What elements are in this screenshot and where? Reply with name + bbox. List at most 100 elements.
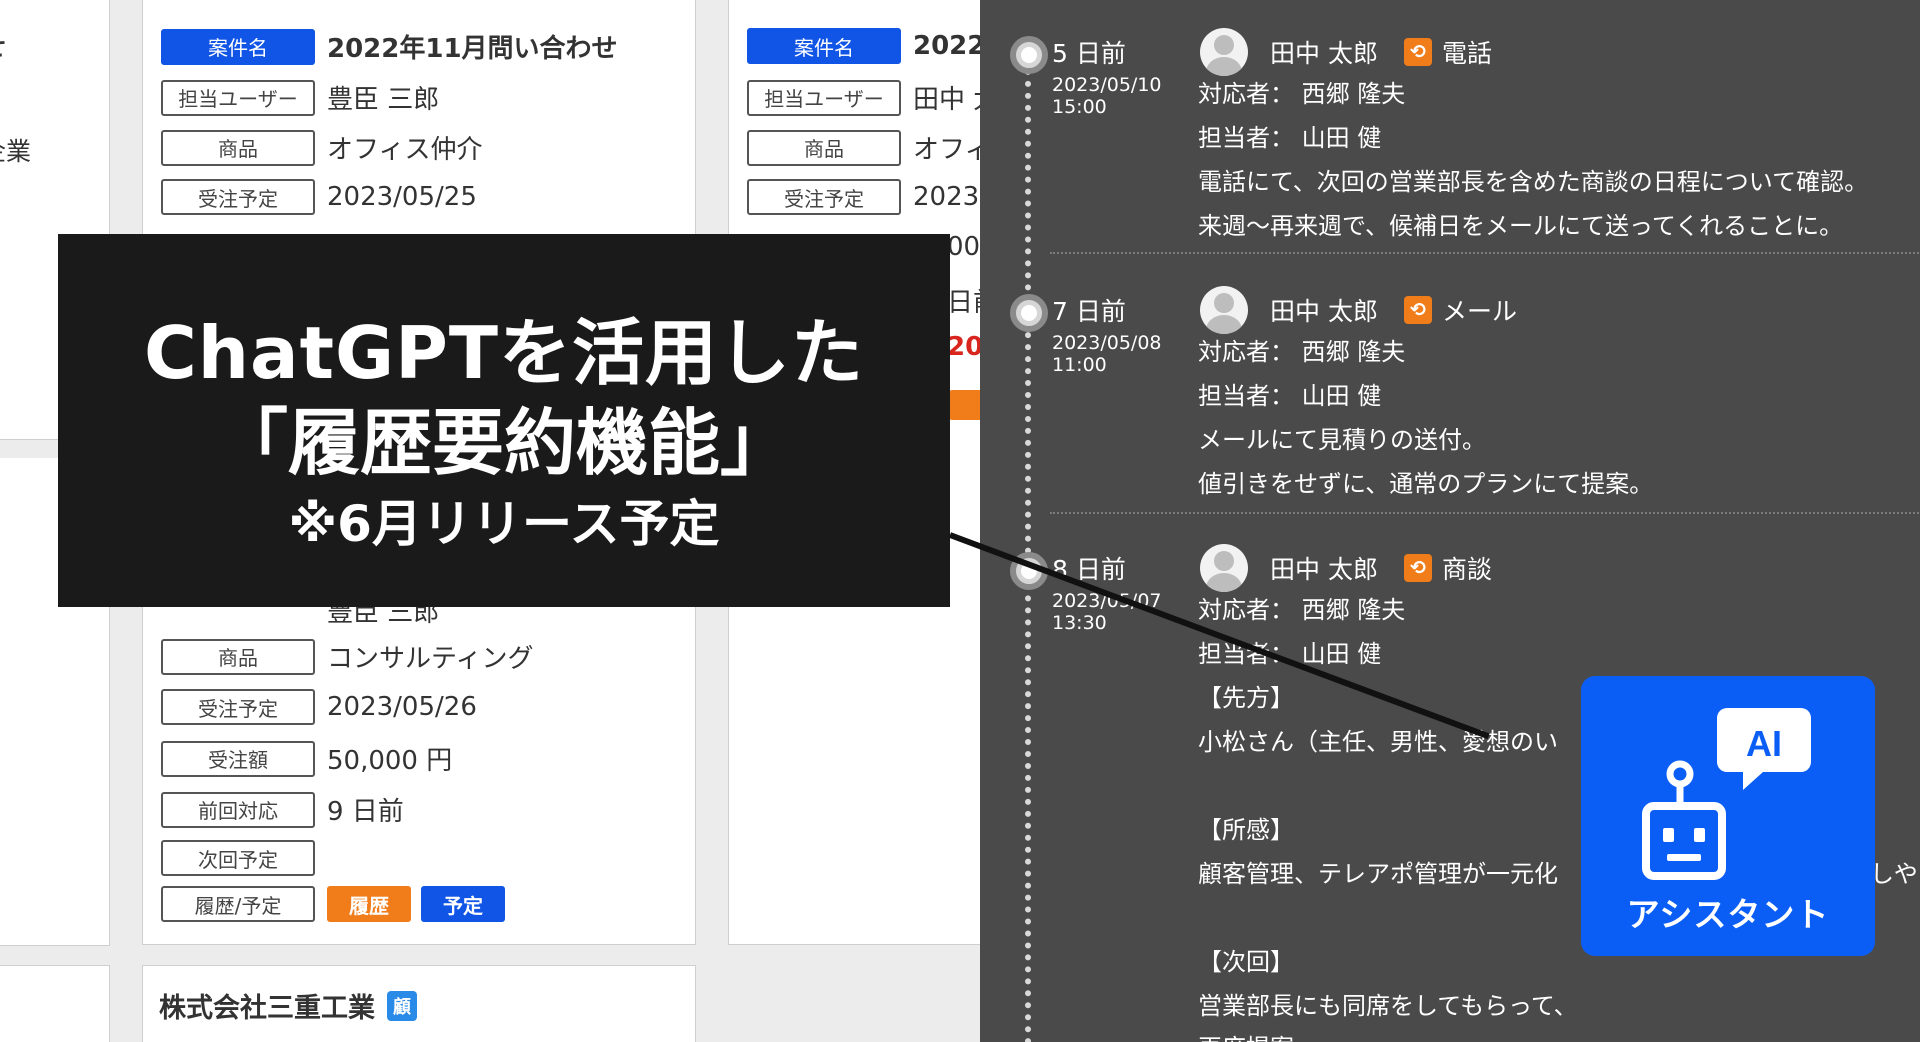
assignee-value: 豊臣 三郎 xyxy=(327,85,440,115)
field-row-assignee: 担当ユーザー 豊臣 三郎 xyxy=(161,79,439,116)
customer-badge: 顧 xyxy=(387,990,417,1021)
field-label: 受注予定 xyxy=(161,179,315,215)
timeline-divider xyxy=(1050,512,1920,514)
field-row-order-date: 受注予定 2023/05/25 xyxy=(161,179,477,215)
user-name: 田中 太郎 xyxy=(1270,297,1378,326)
entry-text-line: 対応者： 西郷 隆夫 xyxy=(1198,596,1406,624)
deal-name-value[interactable]: 2022年11月問い合わせ xyxy=(327,28,618,65)
entry-time: 13:30 xyxy=(1052,612,1107,634)
last-contact-value: 9 日前 xyxy=(327,797,404,827)
field-row-product: 商品 オフィス仲介 xyxy=(161,129,482,166)
days-ago: 5 日前 xyxy=(1052,39,1126,68)
ai-assistant-button[interactable]: AI アシスタント xyxy=(1581,676,1875,956)
timeline-node-icon xyxy=(1010,36,1048,74)
entry-text-overflow: しやす xyxy=(1870,860,1920,888)
field-row-order-date: 受注予定 2023/05/26 xyxy=(161,689,477,725)
product-value: コンサルティング xyxy=(327,644,534,674)
field-row-deal-name: 案件名 2022年11月問い合わせ xyxy=(161,28,618,65)
contact-type-label: 商談 xyxy=(1441,555,1492,584)
callout-feature-name: 「履歴要約機能」 xyxy=(215,401,792,485)
entry-text-line: 顧客管理、テレアポ管理が一元化 xyxy=(1198,860,1558,888)
due-date-fragment: 20 xyxy=(947,332,980,362)
field-label: 次回予定 xyxy=(161,840,315,876)
contact-type-label: 電話 xyxy=(1441,39,1492,68)
feature-callout: ChatGPTを活用した 「履歴要約機能」 ※6月リリース予定 xyxy=(58,234,950,607)
ai-assistant-label: アシスタント xyxy=(1626,895,1830,934)
days-ago: 7 日前 xyxy=(1052,297,1126,326)
entry-text-line: 【所感】 xyxy=(1198,816,1294,844)
product-value: オフィ xyxy=(913,135,980,165)
field-row-deal-name: 案件名 2022 xyxy=(747,28,980,64)
field-row-history-plan: 履歴/予定 履歴 予定 xyxy=(161,886,505,922)
user-name: 田中 太郎 xyxy=(1270,39,1378,68)
entry-time: 11:00 xyxy=(1052,354,1107,376)
company-card[interactable]: 株式会社三重工業 顧 xyxy=(142,965,696,1042)
contact-type-icon: ⟲ xyxy=(1403,554,1432,582)
entry-text-line: 対応者： 西郷 隆夫 xyxy=(1198,338,1406,366)
last-contact-fragment: 日前 xyxy=(947,288,980,318)
company-type-fragment: 企業 xyxy=(0,137,32,166)
field-label: 商品 xyxy=(161,129,315,166)
order-date-value: 2023 xyxy=(913,182,980,212)
timeline-node-icon xyxy=(1010,294,1048,332)
entry-datetime: 2023/05/10 15:00 xyxy=(1052,74,1162,118)
timeline-track xyxy=(1025,45,1031,1042)
contact-type-label: メール xyxy=(1441,297,1517,326)
field-row-product: 商品 オフィ xyxy=(747,129,980,166)
order-date-value: 2023/05/26 xyxy=(327,692,477,722)
entry-text-line: 値引きをせずに、通常のプランにて提案。 xyxy=(1198,470,1654,498)
user-name: 田中 太郎 xyxy=(1270,555,1378,584)
product-value: オフィス仲介 xyxy=(327,135,483,165)
entry-text-line: 【先方】 xyxy=(1198,684,1294,712)
entry-text-line: 対応者： 西郷 隆夫 xyxy=(1198,80,1406,108)
entry-text-line: 来週〜再来週で、候補日をメールにて送ってくれることに。 xyxy=(1198,212,1844,240)
entry-text-line: 再度提案 xyxy=(1198,1028,1294,1042)
field-row-last-contact: 前回対応 9 日前 xyxy=(161,791,404,828)
field-row-product: 商品 コンサルティング xyxy=(161,638,533,675)
order-amount-fragment: 00 xyxy=(947,232,980,262)
entry-header: 田中 太郎 ⟲ メール xyxy=(1200,286,1517,334)
contact-type-icon: ⟲ xyxy=(1403,296,1432,324)
callout-release-note: ※6月リリース予定 xyxy=(288,495,720,553)
field-label: 受注予定 xyxy=(161,689,315,725)
field-label: 案件名 xyxy=(747,28,901,64)
entry-date: 2023/05/08 xyxy=(1052,332,1162,354)
field-row-next-plan: 次回予定 xyxy=(161,840,315,876)
field-label: 担当ユーザー xyxy=(161,79,315,116)
entry-text-line: 電話にて、次回の営業部長を含めた商談の日程について確認。 xyxy=(1198,168,1869,196)
avatar xyxy=(1200,28,1248,76)
entry-header: 田中 太郎 ⟲ 商談 xyxy=(1200,544,1492,592)
contact-type-icon: ⟲ xyxy=(1403,38,1432,66)
plan-button[interactable]: 予定 xyxy=(421,886,505,922)
history-button-fragment[interactable] xyxy=(949,390,980,420)
field-label: 商品 xyxy=(747,129,901,166)
order-amount-value: 50,000 円 xyxy=(327,746,453,776)
entry-text-line: 営業部長にも同席をしてもらって、 xyxy=(1198,992,1578,1020)
card-title-fragment: せ xyxy=(0,28,6,64)
entry-datetime: 2023/05/08 11:00 xyxy=(1052,332,1162,376)
field-label: 前回対応 xyxy=(161,791,315,828)
entry-time: 15:00 xyxy=(1052,96,1107,118)
field-label: 商品 xyxy=(161,638,315,675)
history-button[interactable]: 履歴 xyxy=(327,886,411,922)
entry-text-line: 担当者： 山田 健 xyxy=(1198,382,1382,410)
field-label: 案件名 xyxy=(161,28,315,65)
deal-card-partial[interactable] xyxy=(0,965,110,1042)
field-label: 受注予定 xyxy=(747,179,901,215)
field-row-order-date: 受注予定 2023 xyxy=(747,179,979,215)
entry-text-line: 【次回】 xyxy=(1198,948,1294,976)
ai-robot-icon: AI xyxy=(1642,708,1811,880)
company-name[interactable]: 株式会社三重工業 顧 xyxy=(159,986,417,1025)
timeline-divider xyxy=(1050,252,1920,254)
entry-text-line: メールにて見積りの送付。 xyxy=(1198,426,1486,454)
avatar xyxy=(1200,544,1248,592)
entry-text-line: 小松さん（主任、男性、愛想のい xyxy=(1198,728,1558,756)
assignee-value: 田中 太 xyxy=(913,85,980,115)
avatar xyxy=(1200,286,1248,334)
company-name-text: 株式会社三重工業 xyxy=(159,993,375,1024)
deal-name-value[interactable]: 2022 xyxy=(913,31,980,61)
entry-date: 2023/05/10 xyxy=(1052,74,1162,96)
field-row-assignee: 担当ユーザー 田中 太 xyxy=(747,79,980,116)
field-row-order-amount: 受注額 50,000 円 xyxy=(161,740,452,777)
field-label: 担当ユーザー xyxy=(747,79,901,116)
